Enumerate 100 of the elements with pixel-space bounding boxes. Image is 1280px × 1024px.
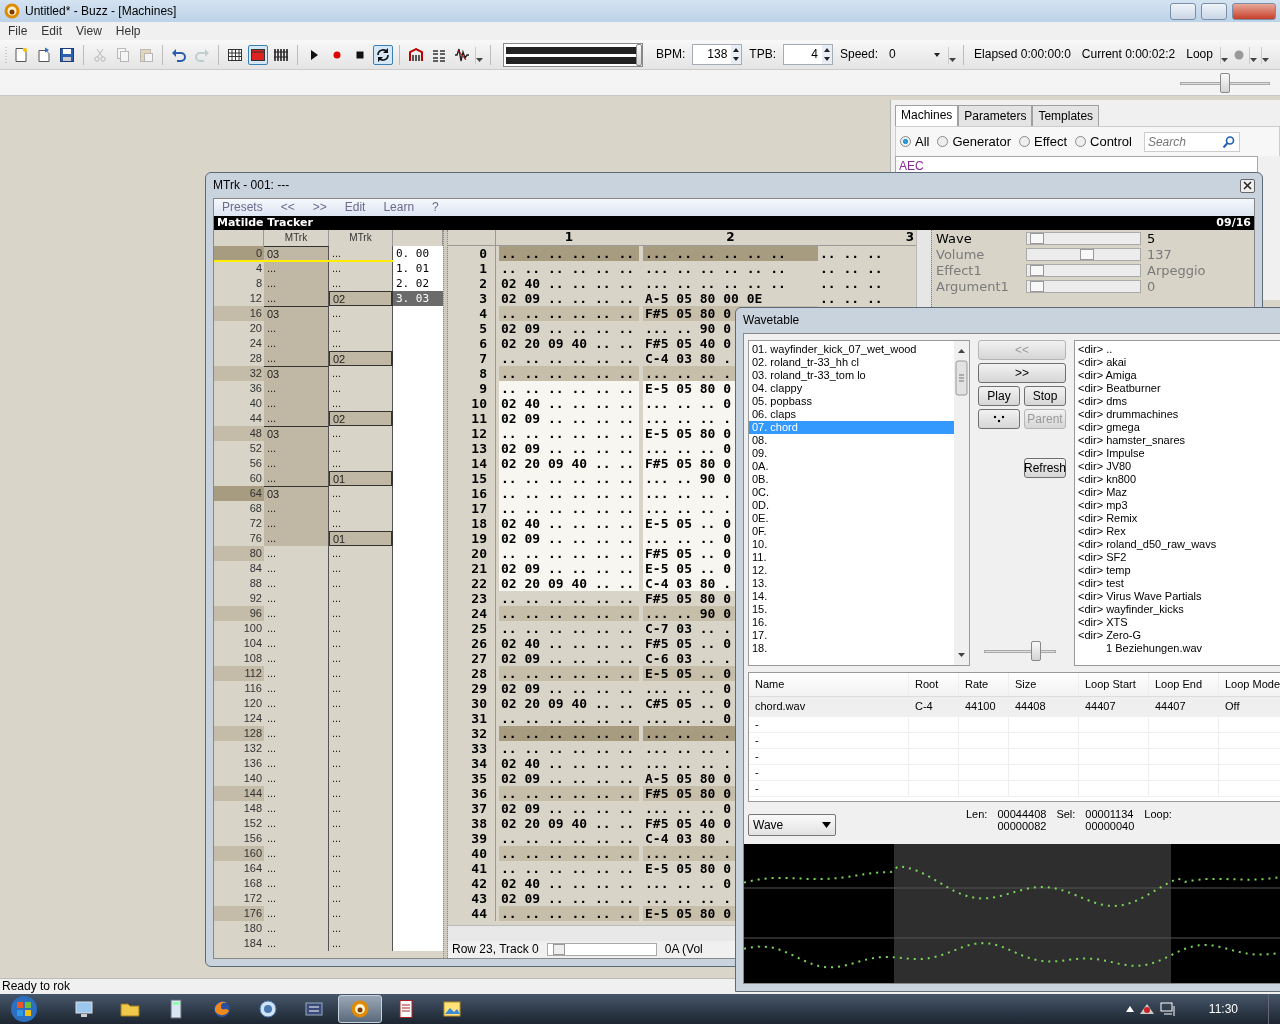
menu-item[interactable]: Presets [222, 200, 263, 215]
pattern-cell[interactable]: ... .. .. .. .. .. [643, 246, 818, 261]
sequence-cell[interactable]: 03 [264, 486, 329, 501]
pattern-cell[interactable]: .. .. .. .. .. .. [499, 351, 639, 366]
menu-item[interactable]: Edit [344, 200, 366, 215]
pattern-cell[interactable]: 02 20 09 40 .. .. [499, 696, 639, 711]
pattern-cell[interactable]: A-5 05 80 0 [643, 771, 732, 786]
panel-tab[interactable]: Templates [1032, 105, 1100, 126]
pattern-cell[interactable]: F#5 05 40 0 [643, 336, 732, 351]
pattern-cell[interactable]: .. .. .. [818, 291, 914, 306]
sequence-cell[interactable]: ... [264, 621, 329, 636]
pattern-cell[interactable]: 02 09 .. .. .. .. [499, 891, 639, 906]
pattern-cell[interactable]: C-4 03 80 . [643, 351, 732, 366]
pattern-cell[interactable]: F#5 05 80 0 [643, 456, 732, 471]
pattern-cell[interactable]: F#5 05 40 0 [643, 816, 732, 831]
sequence-cell[interactable]: ... [264, 801, 329, 816]
sequence-cell[interactable]: 03 [264, 306, 329, 321]
pattern-cell[interactable]: 02 40 .. .. .. .. [499, 276, 639, 291]
pattern-cell[interactable]: E-5 05 80 0 [643, 426, 732, 441]
search-field[interactable]: Search [1143, 131, 1240, 152]
sequence-cell[interactable]: ... [264, 336, 329, 351]
sequence-cell[interactable]: ... [264, 561, 329, 576]
menu-item[interactable]: Learn [383, 200, 415, 215]
maximize-button[interactable] [1201, 2, 1227, 20]
file-list-item[interactable]: <dir> kn800 [1078, 473, 1280, 486]
pattern-cell[interactable]: ... .. 90 0 [643, 606, 732, 621]
sequence-cell[interactable]: ... [264, 471, 329, 486]
wave-list-item[interactable]: 05. popbass [749, 395, 954, 408]
pattern-cell[interactable]: 02 09 .. .. .. .. [499, 531, 639, 546]
sequence-cell[interactable]: ... [264, 651, 329, 666]
tray-arrow-icon[interactable] [1124, 1004, 1135, 1014]
status-slider[interactable] [546, 943, 657, 956]
wave-list-item[interactable]: 11. [749, 551, 954, 564]
column-header[interactable]: Root [909, 673, 959, 696]
radio-button[interactable] [1019, 136, 1030, 147]
loop-button[interactable] [373, 44, 393, 65]
pattern-cell[interactable]: ... .. .. . [643, 741, 732, 756]
sequence-cell[interactable]: ... [264, 381, 329, 396]
network-icon[interactable] [1158, 1000, 1177, 1018]
pattern-cell[interactable]: .. .. .. [818, 261, 914, 276]
pattern-cell[interactable]: .. .. .. [818, 246, 914, 261]
pattern-cell[interactable]: ... .. .. . [643, 486, 732, 501]
file-list-item[interactable]: <dir> mp3 [1078, 499, 1280, 512]
master-volume-slider[interactable] [503, 42, 643, 67]
pattern-cell[interactable]: 02 20 09 40 .. .. [499, 456, 639, 471]
pattern-cell[interactable]: .. .. .. .. .. .. [499, 306, 639, 321]
pattern-cell[interactable]: E-5 05 .. 0 [643, 516, 732, 531]
sequence-cell[interactable]: ... [264, 576, 329, 591]
pattern-cell[interactable]: .. .. .. .. .. .. [499, 606, 639, 621]
parameter-slider[interactable] [1026, 231, 1141, 245]
pattern-cell[interactable]: E-5 05 80 0 [643, 861, 732, 876]
pattern-cell[interactable]: 02 09 .. .. .. .. [499, 411, 639, 426]
wave-list-item[interactable]: 08. [749, 434, 954, 447]
wave-list-item[interactable]: 0D. [749, 499, 954, 512]
file-list-item[interactable]: <dir> hamster_snares [1078, 434, 1280, 447]
spin-arrows-icon[interactable] [822, 45, 832, 64]
pattern-cell[interactable]: ... .. .. 0 [643, 681, 732, 696]
column-header[interactable]: Loop Start [1079, 673, 1149, 696]
menu-item[interactable]: Help [115, 23, 141, 39]
wave-list-item[interactable]: 06. claps [749, 408, 954, 421]
pattern-cell[interactable]: C-4 03 80 . [643, 576, 732, 591]
pattern-cell[interactable]: .. .. .. .. .. .. [499, 831, 639, 846]
pattern-cell[interactable]: 02 09 .. .. .. .. [499, 291, 639, 306]
wave-list-item[interactable]: 0B. [749, 473, 954, 486]
pattern-cell[interactable]: 02 09 .. .. .. .. [499, 561, 639, 576]
pattern-cell[interactable]: F#5 05 .. 0 [643, 636, 732, 651]
pattern-list-item[interactable]: 3. 03 [393, 291, 443, 306]
sequence-cell[interactable]: ... [264, 546, 329, 561]
sequence-cell[interactable]: ... [264, 321, 329, 336]
sequence-cell[interactable]: ... [264, 726, 329, 741]
wave-list-item[interactable]: 15. [749, 603, 954, 616]
sequence-cell[interactable]: 01 [329, 471, 393, 486]
file-list-item[interactable]: <dir> .. [1078, 343, 1280, 356]
sequence-cell[interactable]: ... [264, 816, 329, 831]
panel-tab[interactable]: Parameters [958, 105, 1033, 126]
column-header[interactable]: Loop Mode [1219, 673, 1280, 696]
pattern-cell[interactable]: 02 40 .. .. .. .. [499, 636, 639, 651]
sequence-cell[interactable]: ... [264, 786, 329, 801]
pattern-cell[interactable]: ... .. .. 0 [643, 711, 732, 726]
file-list-item[interactable]: <dir> Maz [1078, 486, 1280, 499]
pattern-cell[interactable]: .. .. .. .. .. .. [499, 846, 639, 861]
pattern-cell[interactable]: .. .. .. .. .. .. [499, 366, 639, 381]
wave-list-item[interactable]: 16. [749, 616, 954, 629]
pattern-cell[interactable]: E-5 05 80 0 [643, 906, 732, 921]
sequence-cell[interactable]: ... [264, 936, 329, 951]
slider-thumb[interactable] [1029, 232, 1044, 244]
pattern-cell[interactable]: ... .. 90 0 [643, 321, 732, 336]
sequence-cell[interactable]: ... [264, 711, 329, 726]
sequence-cell[interactable]: ... [264, 456, 329, 471]
spin-arrows-icon[interactable] [731, 45, 742, 64]
wave-list-item[interactable]: 0A. [749, 460, 954, 473]
pattern-cell[interactable]: .. .. .. .. .. .. [499, 426, 639, 441]
sequence-cell[interactable]: ... [264, 441, 329, 456]
pattern-cell[interactable]: .. .. .. .. .. .. [499, 741, 639, 756]
file-list-item[interactable]: <dir> drummachines [1078, 408, 1280, 421]
pattern-cell[interactable]: 02 09 .. .. .. .. [499, 681, 639, 696]
file-list-item[interactable]: <dir> Zero-G [1078, 629, 1280, 642]
pattern-cell[interactable]: .. .. .. .. .. .. [499, 906, 639, 921]
sequence-cell[interactable]: ... [264, 771, 329, 786]
wavetable-button[interactable]: Stop [1024, 386, 1066, 406]
